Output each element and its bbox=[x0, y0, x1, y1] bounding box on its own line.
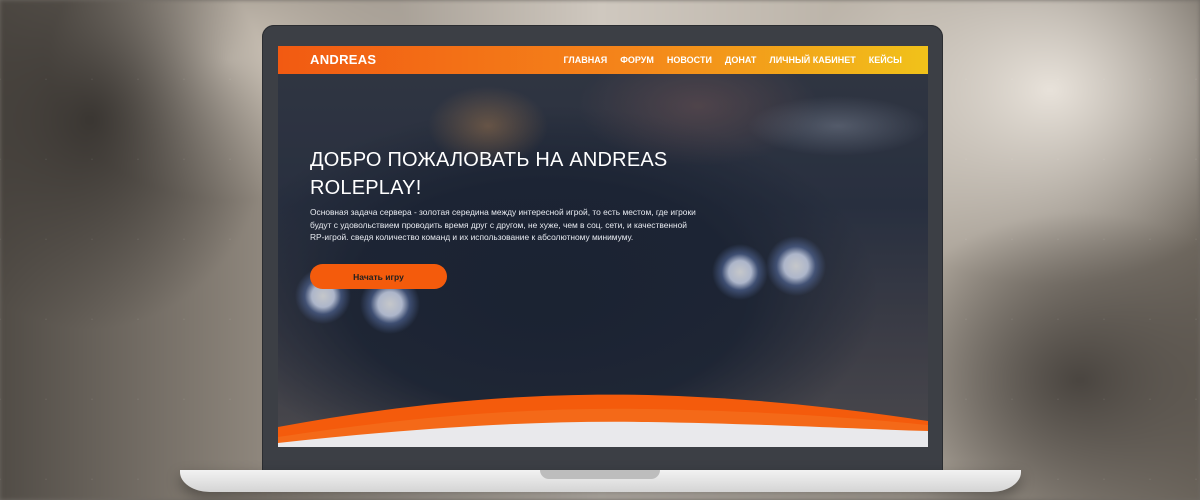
hero-description: Основная задача сервера - золотая середи… bbox=[310, 207, 696, 242]
site-logo[interactable]: ANDREAS bbox=[310, 52, 376, 67]
hero-title-line-1: ДОБРО ПОЖАЛОВАТЬ НА ANDREAS bbox=[310, 149, 668, 171]
hero-wave-divider bbox=[278, 394, 928, 447]
hero-title-line-2: ROLEPLAY! bbox=[310, 177, 422, 199]
nav-item-forum[interactable]: ФОРУМ bbox=[620, 55, 654, 65]
nav-menu: ГЛАВНАЯ ФОРУМ НОВОСТИ ДОНАТ ЛИЧНЫЙ КАБИН… bbox=[564, 46, 902, 74]
laptop-notch bbox=[540, 470, 660, 479]
nav-item-account[interactable]: ЛИЧНЫЙ КАБИНЕТ bbox=[769, 55, 855, 65]
nav-item-cases[interactable]: КЕЙСЫ bbox=[869, 55, 902, 65]
start-game-button[interactable]: Начать игру bbox=[310, 264, 447, 289]
nav-item-news[interactable]: НОВОСТИ bbox=[667, 55, 712, 65]
hero-title: ДОБРО ПОЖАЛОВАТЬ НА ANDREAS ROLEPLAY! bbox=[310, 146, 730, 202]
top-navigation: ANDREAS ГЛАВНАЯ ФОРУМ НОВОСТИ ДОНАТ ЛИЧН… bbox=[278, 46, 928, 74]
nav-item-donate[interactable]: ДОНАТ bbox=[725, 55, 756, 65]
nav-item-home[interactable]: ГЛАВНАЯ bbox=[564, 55, 608, 65]
laptop-screen: ANDREAS ГЛАВНАЯ ФОРУМ НОВОСТИ ДОНАТ ЛИЧН… bbox=[278, 46, 928, 447]
